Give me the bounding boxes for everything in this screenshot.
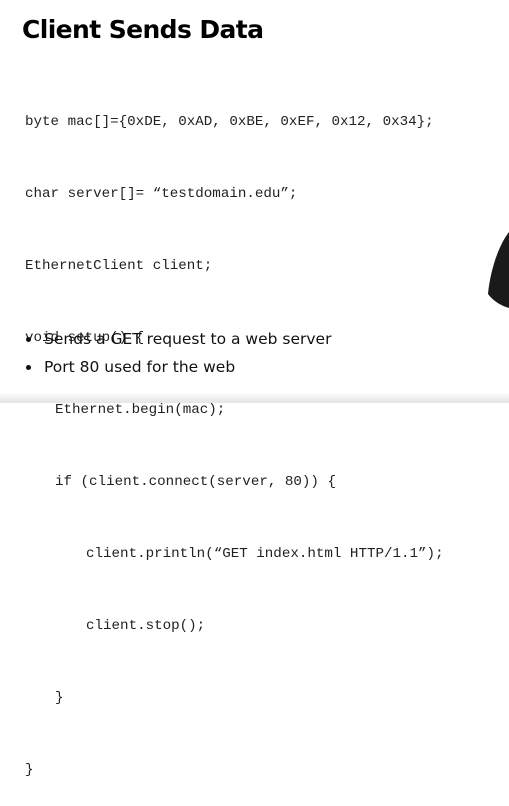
code-line-client-decl: EthernetClient client; xyxy=(25,258,213,274)
bottom-shade xyxy=(0,392,509,403)
presenter-silhouette-shape xyxy=(488,232,509,308)
code-line-if-connect: if (client.connect(server, 80)) { xyxy=(55,474,336,490)
presenter-silhouette xyxy=(488,232,509,308)
bullet-item: Port 80 used for the web xyxy=(26,353,331,381)
code-line-if-close: } xyxy=(55,690,64,706)
bullet-list: Sends a GET request to a web server Port… xyxy=(26,325,331,381)
code-line-println: client.println(“GET index.html HTTP/1.1”… xyxy=(86,546,444,562)
code-line-server: char server[]= “testdomain.edu”; xyxy=(25,186,298,202)
code-line-mac: byte mac[]={0xDE, 0xAD, 0xBE, 0xEF, 0x12… xyxy=(25,114,434,130)
slide-title: Client Sends Data xyxy=(22,15,264,44)
code-block: byte mac[]={0xDE, 0xAD, 0xBE, 0xEF, 0x12… xyxy=(25,62,444,806)
bullet-text: Sends a GET request to a web server xyxy=(44,330,332,348)
code-line-setup-close: } xyxy=(25,762,34,778)
bullet-text: Port 80 used for the web xyxy=(44,358,236,376)
bullet-icon xyxy=(26,365,31,370)
code-line-stop: client.stop(); xyxy=(86,618,206,634)
slide: Client Sends Data byte mac[]={0xDE, 0xAD… xyxy=(0,0,509,778)
bullet-item: Sends a GET request to a web server xyxy=(26,325,331,353)
bullet-icon xyxy=(26,337,31,342)
